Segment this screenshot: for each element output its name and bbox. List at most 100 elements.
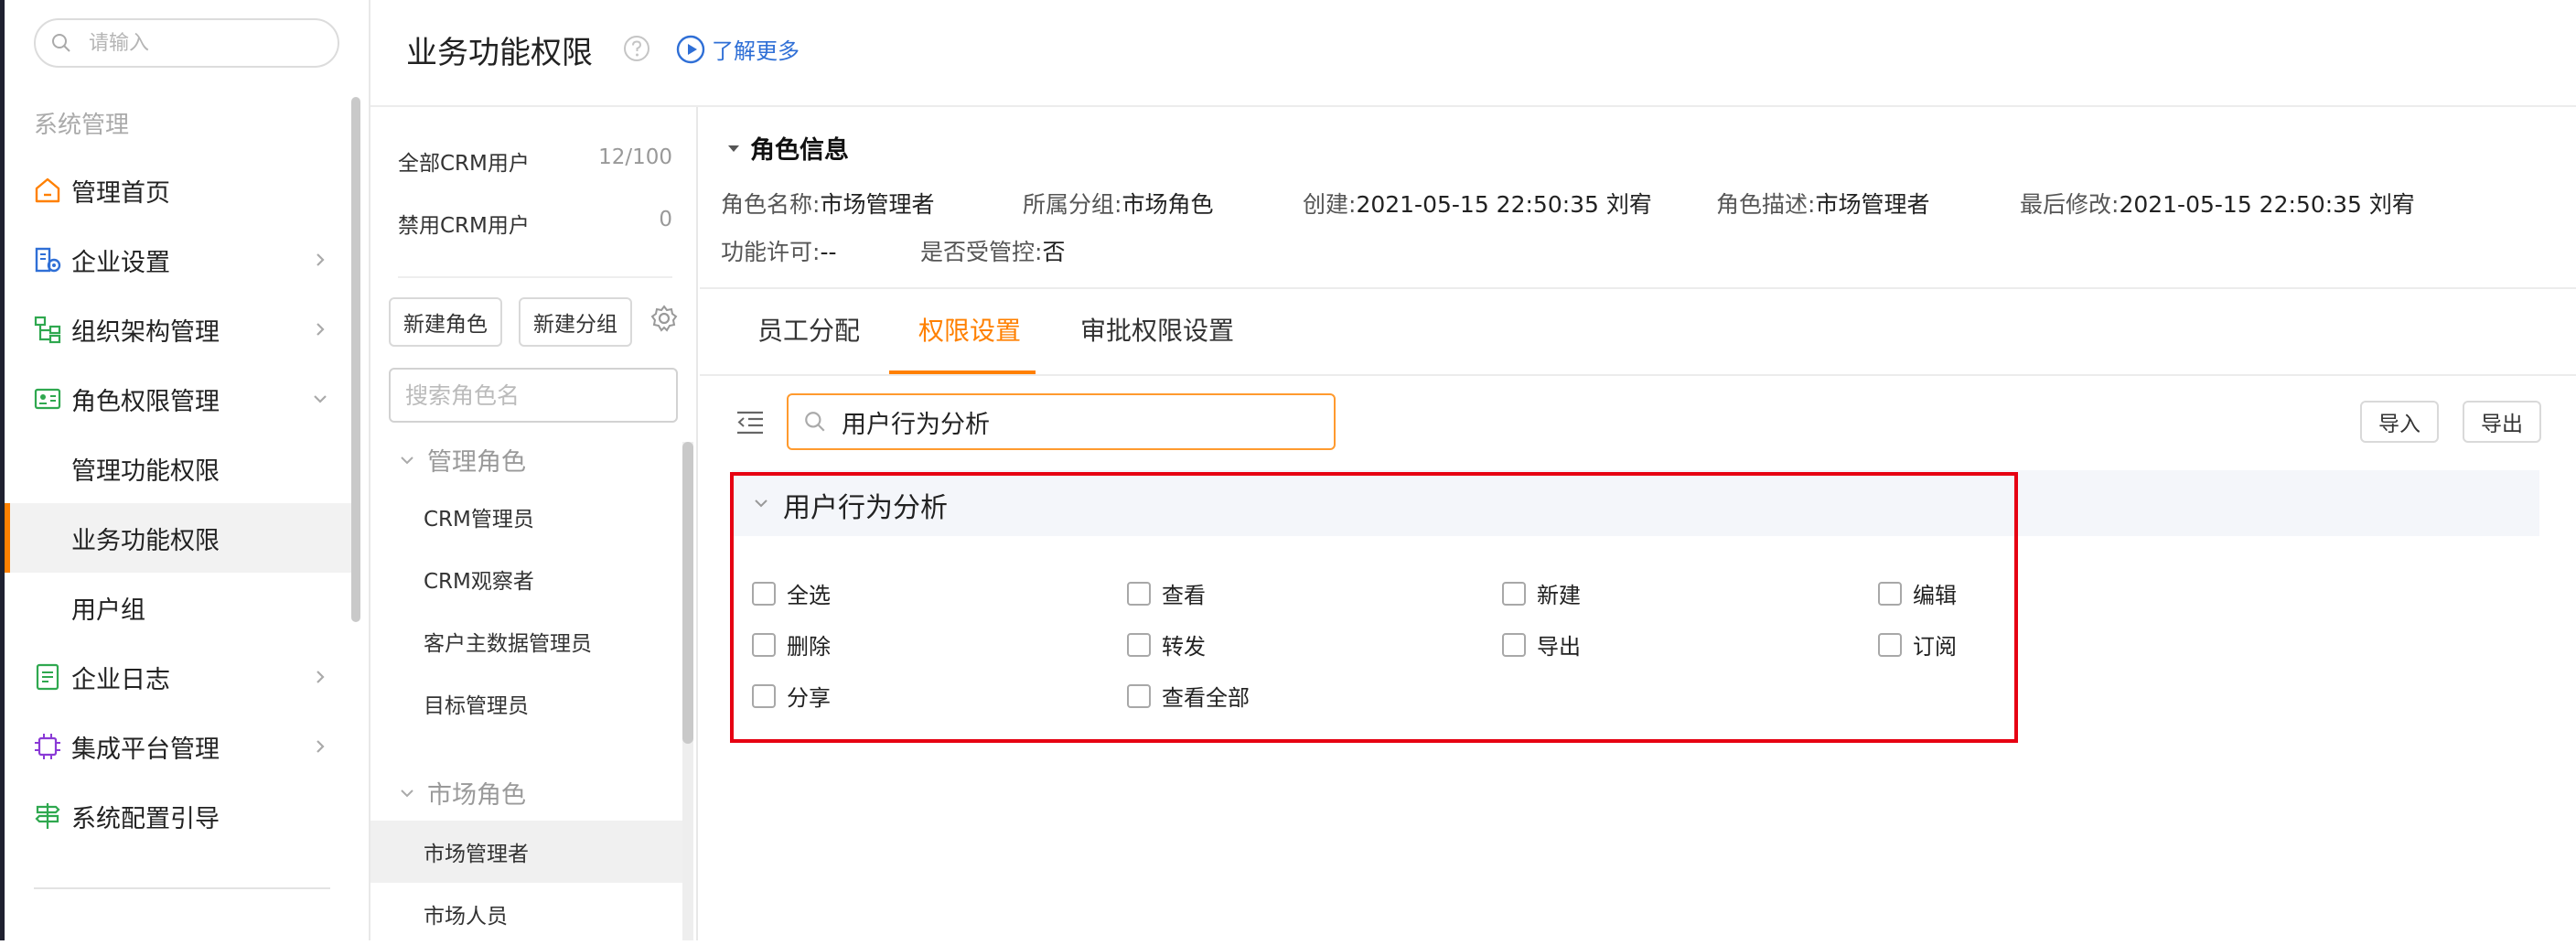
signpost-icon bbox=[35, 803, 60, 829]
sidebar-item-user-groups[interactable]: 用户组 bbox=[5, 573, 354, 642]
checkbox-view-all[interactable]: 查看全部 bbox=[1127, 680, 1250, 712]
checkbox-label: 分享 bbox=[787, 685, 831, 711]
sidebar-item-label: 企业日志 bbox=[71, 665, 170, 694]
checkbox-label: 转发 bbox=[1162, 634, 1206, 660]
role-group-market[interactable]: 市场角色 bbox=[398, 775, 526, 811]
checkbox-box[interactable] bbox=[1502, 632, 1526, 657]
sidebar-item-integration-platform[interactable]: 集成平台管理 bbox=[5, 712, 354, 781]
tab-employee-assignment[interactable]: 员工分配 bbox=[757, 311, 860, 348]
chevron-down-icon bbox=[401, 789, 413, 797]
sidebar-item-role-permissions[interactable]: 角色权限管理 bbox=[5, 364, 354, 434]
role-item[interactable]: CRM观察者 bbox=[370, 548, 683, 610]
sidebar-item-label: 业务功能权限 bbox=[71, 526, 220, 555]
role-item-label: 市场管理者 bbox=[424, 843, 529, 866]
stat-value: 12/100 bbox=[598, 145, 672, 169]
role-panel-divider bbox=[398, 276, 672, 278]
sidebar-item-business-function-permissions[interactable]: 业务功能权限 bbox=[5, 503, 354, 573]
page-title: 业务功能权限 bbox=[406, 35, 593, 71]
checkbox-edit[interactable]: 编辑 bbox=[1878, 577, 1957, 609]
checkbox-export[interactable]: 导出 bbox=[1502, 628, 1581, 660]
checkbox-box[interactable] bbox=[1127, 581, 1151, 606]
checkbox-delete[interactable]: 删除 bbox=[752, 628, 831, 660]
checkbox-view[interactable]: 查看 bbox=[1127, 577, 1206, 609]
collapse-tree-icon[interactable] bbox=[735, 410, 765, 435]
scrollbar-thumb[interactable] bbox=[682, 442, 693, 744]
role-group-admin[interactable]: 管理角色 bbox=[398, 442, 526, 478]
controlled-field: 是否受管控:否 bbox=[920, 239, 1066, 265]
sidebar-item-home[interactable]: 管理首页 bbox=[5, 156, 354, 225]
permission-search[interactable] bbox=[787, 393, 1336, 450]
checkbox-box[interactable] bbox=[1127, 683, 1151, 708]
sidebar-item-enterprise-log[interactable]: 企业日志 bbox=[5, 642, 354, 712]
permission-group-header[interactable]: 用户行为分析 bbox=[732, 470, 2539, 536]
permission-search-input[interactable] bbox=[842, 407, 1299, 436]
checkbox-box[interactable] bbox=[752, 632, 776, 657]
stat-disabled-crm-users: 禁用CRM用户 0 bbox=[398, 208, 672, 239]
stat-all-crm-users: 全部CRM用户 12/100 bbox=[398, 145, 672, 177]
role-info-header[interactable]: 角色信息 bbox=[724, 130, 849, 166]
search-icon bbox=[52, 34, 70, 52]
role-item[interactable]: CRM管理员 bbox=[370, 486, 683, 548]
role-list-scrollbar[interactable] bbox=[682, 442, 693, 940]
checkbox-share[interactable]: 分享 bbox=[752, 680, 831, 712]
checkbox-box[interactable] bbox=[752, 683, 776, 708]
function-license-field: 功能许可:-- bbox=[721, 239, 837, 265]
help-icon[interactable] bbox=[622, 34, 651, 63]
checkbox-create[interactable]: 新建 bbox=[1502, 577, 1581, 609]
sidebar-item-config-guide[interactable]: 系统配置引导 bbox=[5, 781, 354, 851]
role-item[interactable]: 目标管理员 bbox=[370, 672, 683, 735]
role-item-label: 客户主数据管理员 bbox=[424, 632, 592, 656]
tab-permission-settings[interactable]: 权限设置 bbox=[918, 311, 1021, 348]
sidebar-item-label: 组织架构管理 bbox=[71, 317, 220, 347]
new-group-button[interactable]: 新建分组 bbox=[519, 297, 632, 347]
sidebar-scrollbar[interactable] bbox=[351, 97, 360, 622]
id-card-icon bbox=[34, 388, 61, 410]
learn-more-label: 了解更多 bbox=[712, 38, 800, 64]
checkbox-box[interactable] bbox=[1502, 581, 1526, 606]
checkbox-forward[interactable]: 转发 bbox=[1127, 628, 1206, 660]
checkbox-box[interactable] bbox=[752, 581, 776, 606]
export-button[interactable]: 导出 bbox=[2463, 401, 2541, 443]
role-name-field: 角色名称:市场管理者 bbox=[721, 191, 935, 218]
chevron-right-icon bbox=[317, 740, 325, 753]
chevron-down-icon bbox=[314, 395, 327, 403]
new-role-button[interactable]: 新建角色 bbox=[389, 297, 502, 347]
role-item-selected[interactable]: 市场管理者 bbox=[370, 821, 683, 883]
sidebar-item-admin-function-permissions[interactable]: 管理功能权限 bbox=[5, 434, 354, 503]
play-circle-icon bbox=[676, 35, 705, 63]
sidebar-item-label: 角色权限管理 bbox=[71, 387, 220, 416]
stat-value: 0 bbox=[659, 208, 672, 231]
sidebar-search-input[interactable] bbox=[89, 31, 308, 55]
role-group-label: 市场角色 bbox=[427, 781, 526, 810]
role-item[interactable]: 客户主数据管理员 bbox=[370, 610, 683, 672]
role-item[interactable]: 市场人员 bbox=[370, 883, 683, 945]
sidebar-divider bbox=[34, 887, 330, 889]
role-search[interactable] bbox=[389, 368, 678, 423]
chevron-right-icon bbox=[317, 253, 325, 266]
sidebar-item-enterprise-settings[interactable]: 企业设置 bbox=[5, 225, 354, 295]
checkbox-box[interactable] bbox=[1878, 632, 1902, 657]
checkbox-box[interactable] bbox=[1127, 632, 1151, 657]
role-item-label: 目标管理员 bbox=[424, 694, 529, 718]
sidebar-item-label: 管理首页 bbox=[71, 178, 170, 208]
sidebar-item-label: 用户组 bbox=[71, 596, 145, 625]
role-item-label: CRM观察者 bbox=[424, 570, 534, 594]
role-search-input[interactable] bbox=[405, 381, 661, 409]
caret-down-icon bbox=[728, 145, 739, 152]
sidebar-item-org[interactable]: 组织架构管理 bbox=[5, 295, 354, 364]
role-panel: 全部CRM用户 12/100 禁用CRM用户 0 新建角色 新建分组 管理角色 … bbox=[370, 107, 698, 940]
import-button[interactable]: 导入 bbox=[2360, 401, 2439, 443]
checkbox-select-all[interactable]: 全选 bbox=[752, 577, 831, 609]
sidebar-item-label: 管理功能权限 bbox=[71, 456, 220, 486]
checkbox-label: 查看全部 bbox=[1162, 685, 1250, 711]
sidebar-search[interactable] bbox=[34, 18, 339, 68]
checkbox-box[interactable] bbox=[1878, 581, 1902, 606]
last-modified-field: 最后修改:2021-05-15 22:50:35 刘宥 bbox=[2020, 191, 2415, 218]
tab-approval-permissions[interactable]: 审批权限设置 bbox=[1080, 311, 1234, 348]
checkbox-label: 删除 bbox=[787, 634, 831, 660]
permission-group-title: 用户行为分析 bbox=[783, 492, 948, 524]
gear-icon[interactable] bbox=[649, 303, 680, 334]
learn-more-link[interactable]: 了解更多 bbox=[675, 33, 800, 65]
checkbox-subscribe[interactable]: 订阅 bbox=[1878, 628, 1957, 660]
role-item-label: 市场人员 bbox=[424, 905, 508, 929]
